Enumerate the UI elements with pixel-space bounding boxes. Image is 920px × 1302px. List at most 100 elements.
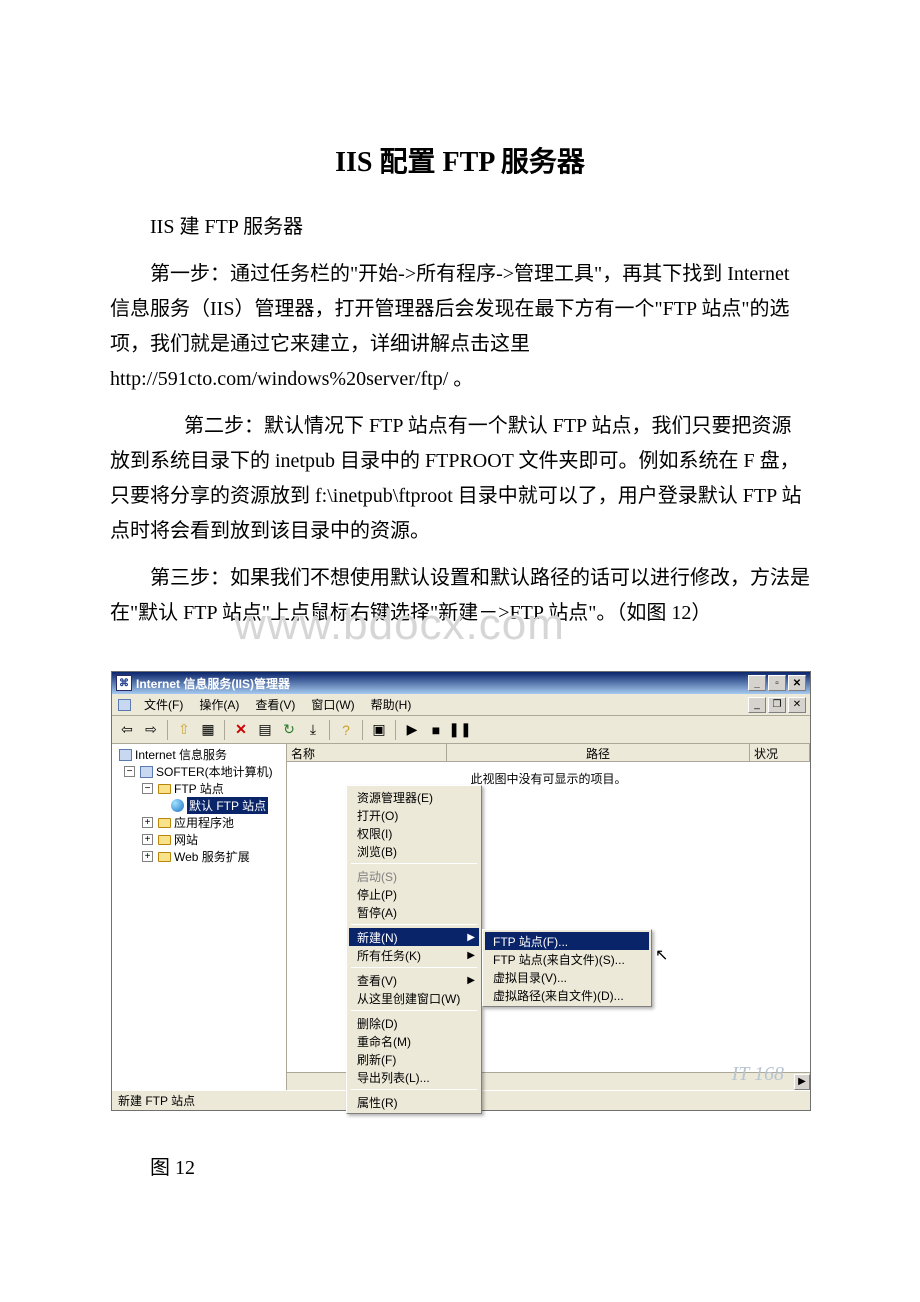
screenshot-figure: ⌘ Internet 信息服务(IIS)管理器 _ ▫ ✕ 文件(F) 操作(A… — [110, 671, 810, 1111]
tree-default-ftp[interactable]: 默认 FTP 站点 — [112, 797, 286, 814]
expand-icon[interactable]: + — [142, 817, 153, 828]
minimize-button[interactable]: _ — [748, 675, 766, 691]
submenu-virtual-path-from-file[interactable]: 虚拟路径(来自文件)(D)... — [485, 986, 649, 1004]
globe-icon — [170, 798, 185, 813]
ctx-rename[interactable]: 重命名(M) — [349, 1032, 479, 1050]
menu-window[interactable]: 窗口(W) — [305, 694, 360, 715]
intro-line: IIS 建 FTP 服务器 — [110, 210, 810, 245]
computer-icon — [118, 747, 133, 762]
connect-button[interactable]: ▣ — [368, 719, 390, 741]
tree-panel[interactable]: Internet 信息服务 − SOFTER(本地计算机) − FTP 站点 — [112, 744, 287, 1090]
pause-button[interactable]: ❚❚ — [449, 719, 471, 741]
figure-caption: 图 12 — [110, 1151, 810, 1180]
tree-root[interactable]: Internet 信息服务 — [112, 746, 286, 763]
ctx-separator — [351, 1010, 477, 1011]
ctx-properties[interactable]: 属性(R) — [349, 1093, 479, 1111]
tree-websites[interactable]: + 网站 — [112, 831, 286, 848]
chevron-right-icon: ▶ — [467, 975, 475, 986]
app-icon: ⌘ — [116, 675, 132, 691]
ctx-delete[interactable]: 删除(D) — [349, 1014, 479, 1032]
submenu-virtual-dir[interactable]: 虚拟目录(V)... — [485, 968, 649, 986]
menu-view[interactable]: 查看(V) — [249, 694, 301, 715]
maximize-button[interactable]: ▫ — [768, 675, 786, 691]
window-titlebar[interactable]: ⌘ Internet 信息服务(IIS)管理器 _ ▫ ✕ — [112, 672, 810, 694]
list-header: 名称 路径 状况 — [287, 744, 810, 762]
ctx-separator — [351, 967, 477, 968]
folder-icon — [157, 781, 172, 796]
menu-help[interactable]: 帮助(H) — [365, 694, 418, 715]
paragraph-2: 第二步：默认情况下 FTP 站点有一个默认 FTP 站点，我们只要把资源放到系统… — [110, 409, 810, 549]
close-button[interactable]: ✕ — [788, 675, 806, 691]
collapse-icon[interactable]: − — [124, 766, 135, 777]
collapse-icon[interactable]: − — [142, 783, 153, 794]
ctx-separator — [351, 924, 477, 925]
list-empty-message: 此视图中没有可显示的项目。 — [287, 762, 810, 787]
menu-action[interactable]: 操作(A) — [193, 694, 245, 715]
scroll-right-button[interactable]: ▶ — [794, 1074, 810, 1090]
paragraph-1: 第一步：通过任务栏的"开始->所有程序->管理工具"，再其下找到 Interne… — [110, 257, 810, 397]
ctx-new[interactable]: 新建(N) ▶ — [349, 928, 479, 946]
ctx-new-window[interactable]: 从这里创建窗口(W) — [349, 989, 479, 1007]
window-title: Internet 信息服务(IIS)管理器 — [136, 675, 290, 692]
toolbar: ⇦ ⇨ ⇧ ▦ ✕ ▤ ↻ ⤓ ? ▣ ▶ ■ ❚❚ — [112, 716, 810, 744]
mdi-window-buttons: _ ❐ ✕ — [748, 697, 806, 713]
tree-web-ext[interactable]: + Web 服务扩展 — [112, 848, 286, 865]
ctx-browse[interactable]: 浏览(B) — [349, 842, 479, 860]
col-name[interactable]: 名称 — [287, 744, 447, 761]
stop-button[interactable]: ■ — [425, 719, 447, 741]
ctx-separator — [351, 1089, 477, 1090]
play-button[interactable]: ▶ — [401, 719, 423, 741]
expand-icon[interactable]: + — [142, 851, 153, 862]
expand-icon[interactable]: + — [142, 834, 153, 845]
tree-app-pools[interactable]: + 应用程序池 — [112, 814, 286, 831]
it168-watermark: IT 168 — [732, 1063, 784, 1086]
status-text: 新建 FTP 站点 — [118, 1092, 195, 1109]
forward-button[interactable]: ⇨ — [140, 719, 162, 741]
col-path[interactable]: 路径 — [447, 744, 750, 761]
export-button[interactable]: ⤓ — [302, 719, 324, 741]
iis-window: ⌘ Internet 信息服务(IIS)管理器 _ ▫ ✕ 文件(F) 操作(A… — [111, 671, 811, 1111]
folder-icon — [157, 849, 172, 864]
context-menu: 资源管理器(E) 打开(O) 权限(I) 浏览(B) 启动(S) 停止(P) 暂… — [346, 785, 482, 1114]
doc-title: IIS 配置 FTP 服务器 — [110, 140, 810, 180]
ctx-all-tasks[interactable]: 所有任务(K) ▶ — [349, 946, 479, 964]
ctx-separator — [351, 863, 477, 864]
new-submenu: FTP 站点(F)... FTP 站点(来自文件)(S)... 虚拟目录(V).… — [482, 929, 652, 1007]
ctx-refresh[interactable]: 刷新(F) — [349, 1050, 479, 1068]
folder-icon — [157, 832, 172, 847]
mdi-close-button[interactable]: ✕ — [788, 697, 806, 713]
up-button[interactable]: ⇧ — [173, 719, 195, 741]
paragraph-3: 第三步：如果我们不想使用默认设置和默认路径的话可以进行修改，方法是在"默认 FT… — [110, 561, 810, 631]
menu-bar: 文件(F) 操作(A) 查看(V) 窗口(W) 帮助(H) _ ❐ ✕ — [112, 694, 810, 716]
cursor-icon: ↖ — [655, 945, 668, 965]
ctx-pause[interactable]: 暂停(A) — [349, 903, 479, 921]
tree-ftp-sites[interactable]: − FTP 站点 — [112, 780, 286, 797]
window-buttons: _ ▫ ✕ — [748, 675, 806, 691]
submenu-ftp-site[interactable]: FTP 站点(F)... — [485, 932, 649, 950]
ctx-stop[interactable]: 停止(P) — [349, 885, 479, 903]
ctx-permissions[interactable]: 权限(I) — [349, 824, 479, 842]
menu-file[interactable]: 文件(F) — [138, 694, 189, 715]
ctx-view[interactable]: 查看(V) ▶ — [349, 971, 479, 989]
col-status[interactable]: 状况 — [750, 744, 810, 761]
submenu-ftp-site-from-file[interactable]: FTP 站点(来自文件)(S)... — [485, 950, 649, 968]
delete-button[interactable]: ✕ — [230, 719, 252, 741]
properties-button[interactable]: ▤ — [254, 719, 276, 741]
help-button[interactable]: ? — [335, 719, 357, 741]
show-hide-tree-button[interactable]: ▦ — [197, 719, 219, 741]
refresh-button[interactable]: ↻ — [278, 719, 300, 741]
ctx-open[interactable]: 打开(O) — [349, 806, 479, 824]
chevron-right-icon: ▶ — [467, 950, 475, 961]
document-page: IIS 配置 FTP 服务器 IIS 建 FTP 服务器 第一步：通过任务栏的"… — [0, 0, 920, 1240]
ctx-start: 启动(S) — [349, 867, 479, 885]
ctx-explorer[interactable]: 资源管理器(E) — [349, 788, 479, 806]
ctx-export-list[interactable]: 导出列表(L)... — [349, 1068, 479, 1086]
tree-host[interactable]: − SOFTER(本地计算机) — [112, 763, 286, 780]
folder-icon — [157, 815, 172, 830]
mdi-minimize-button[interactable]: _ — [748, 697, 766, 713]
back-button[interactable]: ⇦ — [116, 719, 138, 741]
mdi-restore-button[interactable]: ❐ — [768, 697, 786, 713]
server-icon — [139, 764, 154, 779]
mdi-app-icon — [116, 697, 132, 713]
chevron-right-icon: ▶ — [467, 932, 475, 943]
